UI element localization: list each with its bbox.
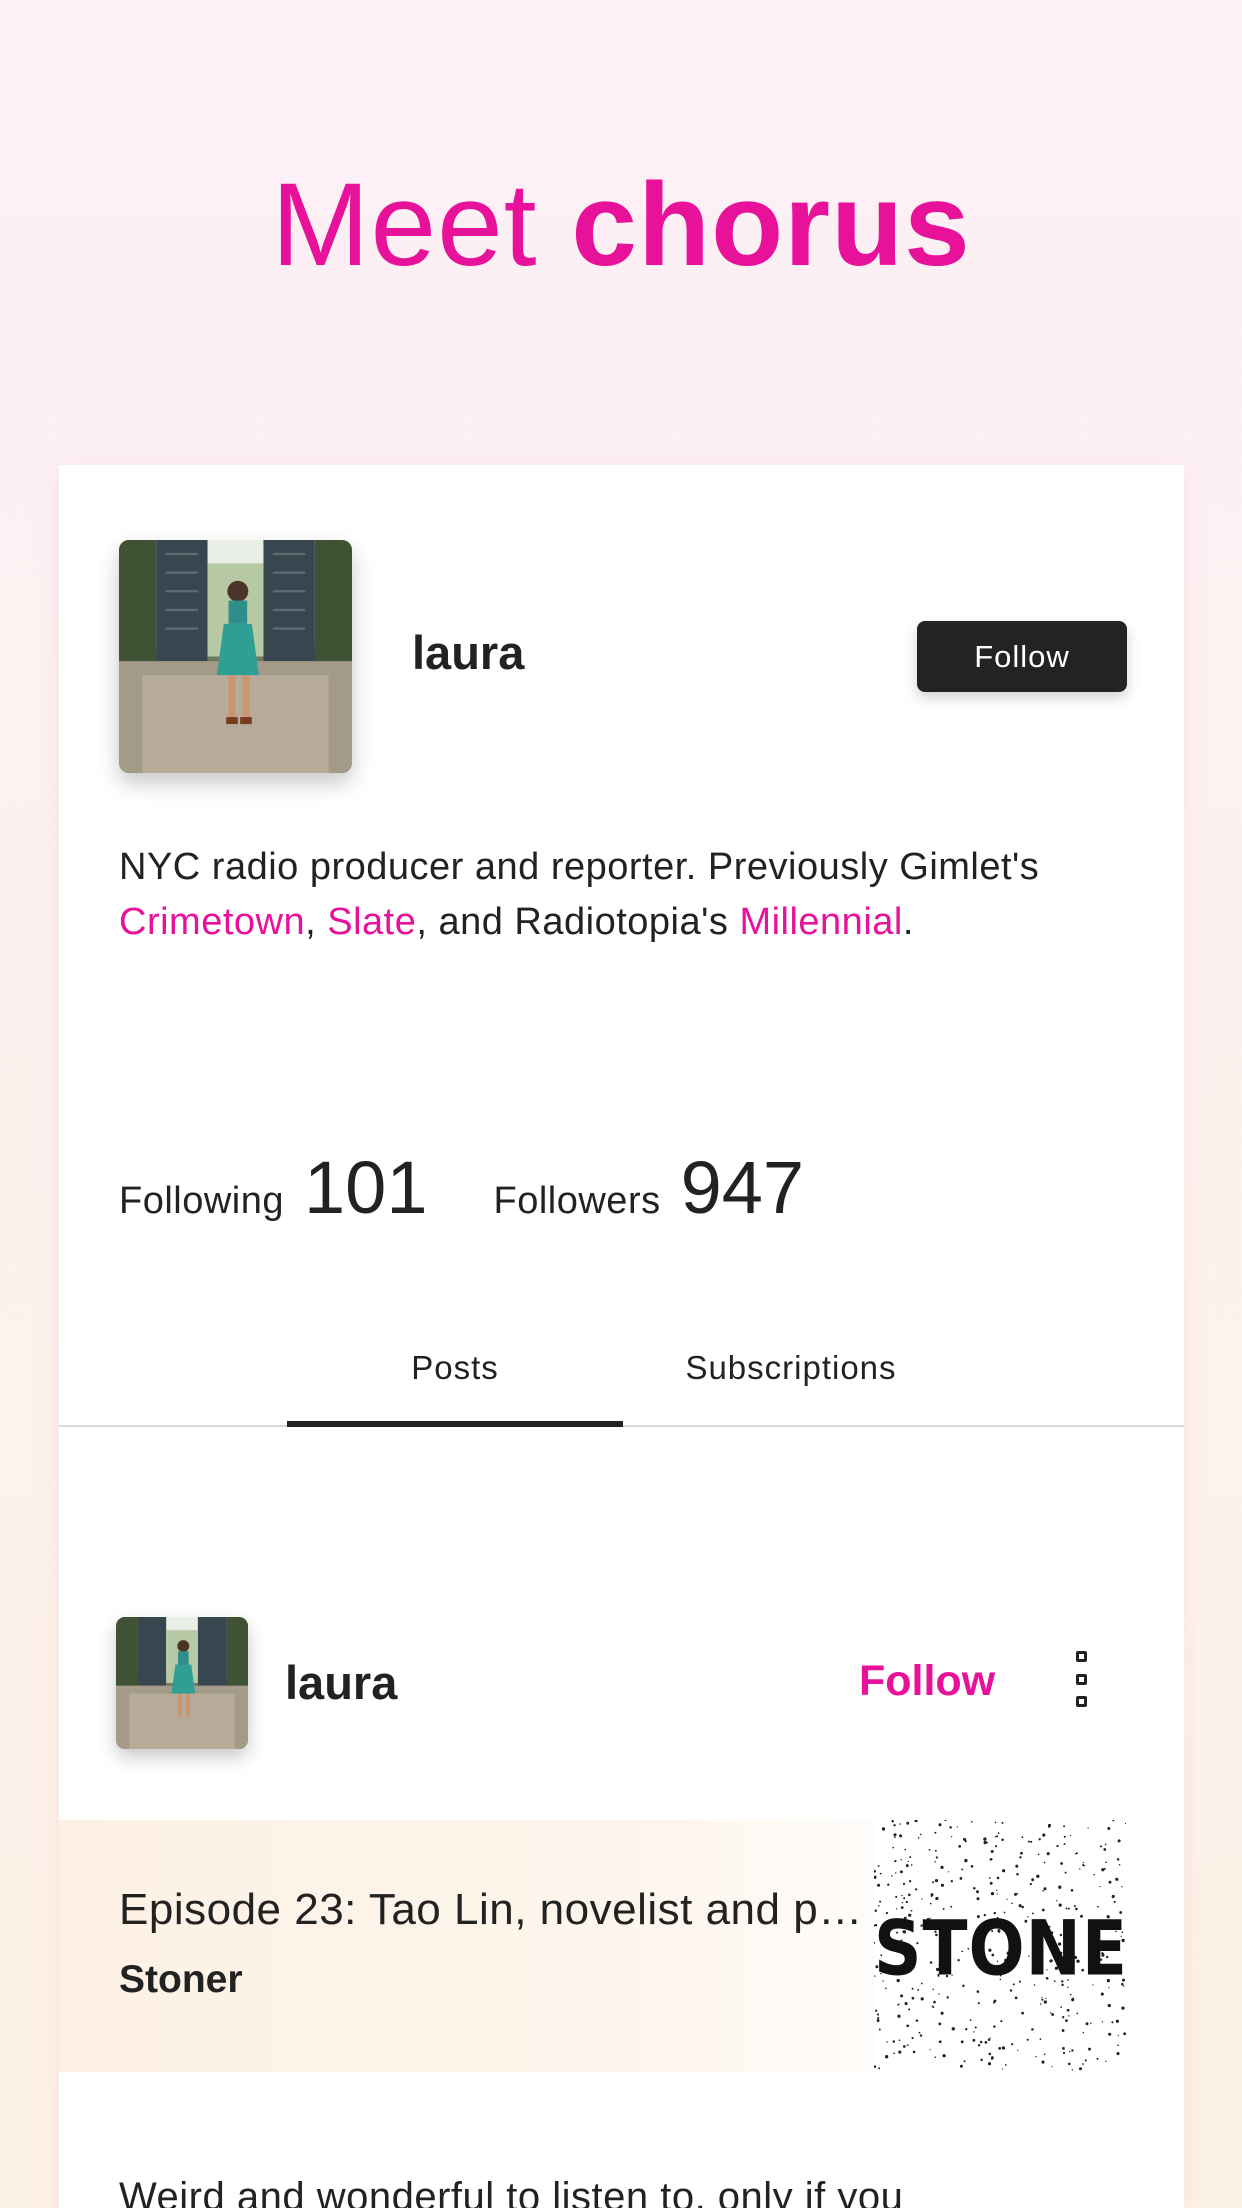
episode-card[interactable]: Episode 23: Tao Lin, novelist and poet S… [59, 1820, 1184, 2072]
post-avatar-photo [116, 1617, 248, 1749]
bio-end: . [902, 901, 914, 943]
profile-avatar[interactable] [119, 540, 352, 773]
post-follow-button[interactable]: Follow [859, 1657, 995, 1706]
post-author-name[interactable]: laura [285, 1655, 397, 1710]
hero-title-light: Meet [271, 159, 538, 291]
post-author-avatar[interactable] [116, 1617, 248, 1749]
bio-separator: , [305, 901, 328, 943]
bio-link-millennial[interactable]: Millennial [739, 901, 902, 943]
tab-subscriptions[interactable]: Subscriptions [623, 1327, 959, 1427]
follow-button[interactable]: Follow [917, 621, 1127, 692]
following-label[interactable]: Following [119, 1180, 284, 1223]
bio-text: NYC radio producer and reporter. Previou… [119, 846, 1040, 888]
followers-label[interactable]: Followers [494, 1180, 661, 1223]
episode-title: Episode 23: Tao Lin, novelist and poet [119, 1885, 869, 1934]
profile-stats: Following 101 Followers 947 [119, 1145, 804, 1229]
profile-card: laura Follow NYC radio producer and repo… [59, 465, 1184, 2208]
tab-posts[interactable]: Posts [287, 1327, 623, 1427]
bio-link-crimetown[interactable]: Crimetown [119, 901, 305, 943]
hero-title: Meet chorus [0, 160, 1242, 290]
profile-tabs: Posts Subscriptions [59, 1327, 1184, 1427]
hero-title-bold: chorus [571, 159, 971, 291]
profile-name: laura [412, 626, 525, 679]
avatar-photo [119, 540, 352, 773]
post-text: Weird and wonderful to listen to, only i… [119, 2175, 904, 2208]
followers-count[interactable]: 947 [681, 1145, 804, 1230]
following-count[interactable]: 101 [304, 1145, 427, 1230]
bio-link-slate[interactable]: Slate [327, 901, 416, 943]
profile-bio: NYC radio producer and reporter. Previou… [119, 840, 1119, 950]
more-options-icon[interactable] [1069, 1651, 1093, 1707]
episode-artwork: STONER [874, 1820, 1126, 2072]
artwork-logo-text: STONER [874, 1904, 1126, 1993]
episode-show-name: Stoner [119, 1958, 243, 2001]
bio-text-2: , and Radiotopia's [416, 901, 740, 943]
